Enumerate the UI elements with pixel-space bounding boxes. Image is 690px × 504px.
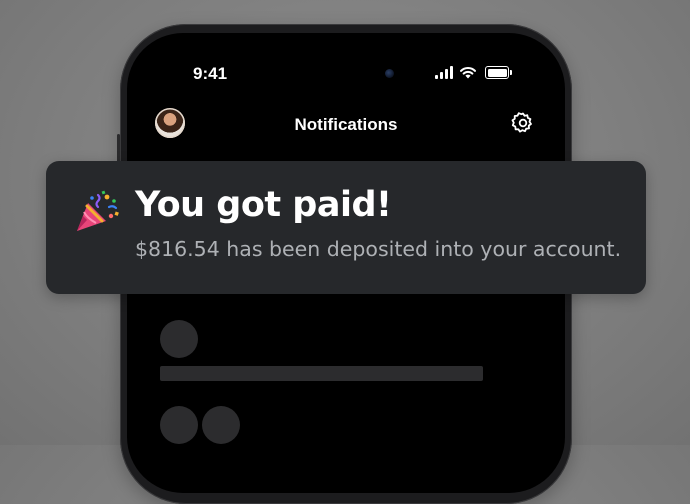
front-camera-icon <box>385 69 394 78</box>
party-popper-icon <box>77 190 119 231</box>
status-icons <box>435 66 512 79</box>
placeholder-avatar <box>202 406 240 444</box>
battery-icon <box>485 66 512 79</box>
placeholder-avatar <box>160 406 198 444</box>
status-time: 9:41 <box>193 64 228 83</box>
signal-icon <box>435 66 453 79</box>
placeholder-avatar <box>160 320 198 358</box>
toast-title: You got paid! <box>135 185 392 225</box>
wifi-icon <box>460 67 476 79</box>
toast-message: $816.54 has been deposited into your acc… <box>135 237 622 261</box>
page-title: Notifications <box>294 115 398 134</box>
notification-toast[interactable]: You got paid! $816.54 has been deposited… <box>46 161 646 294</box>
placeholder-line <box>160 366 483 381</box>
gear-icon[interactable] <box>511 111 535 135</box>
